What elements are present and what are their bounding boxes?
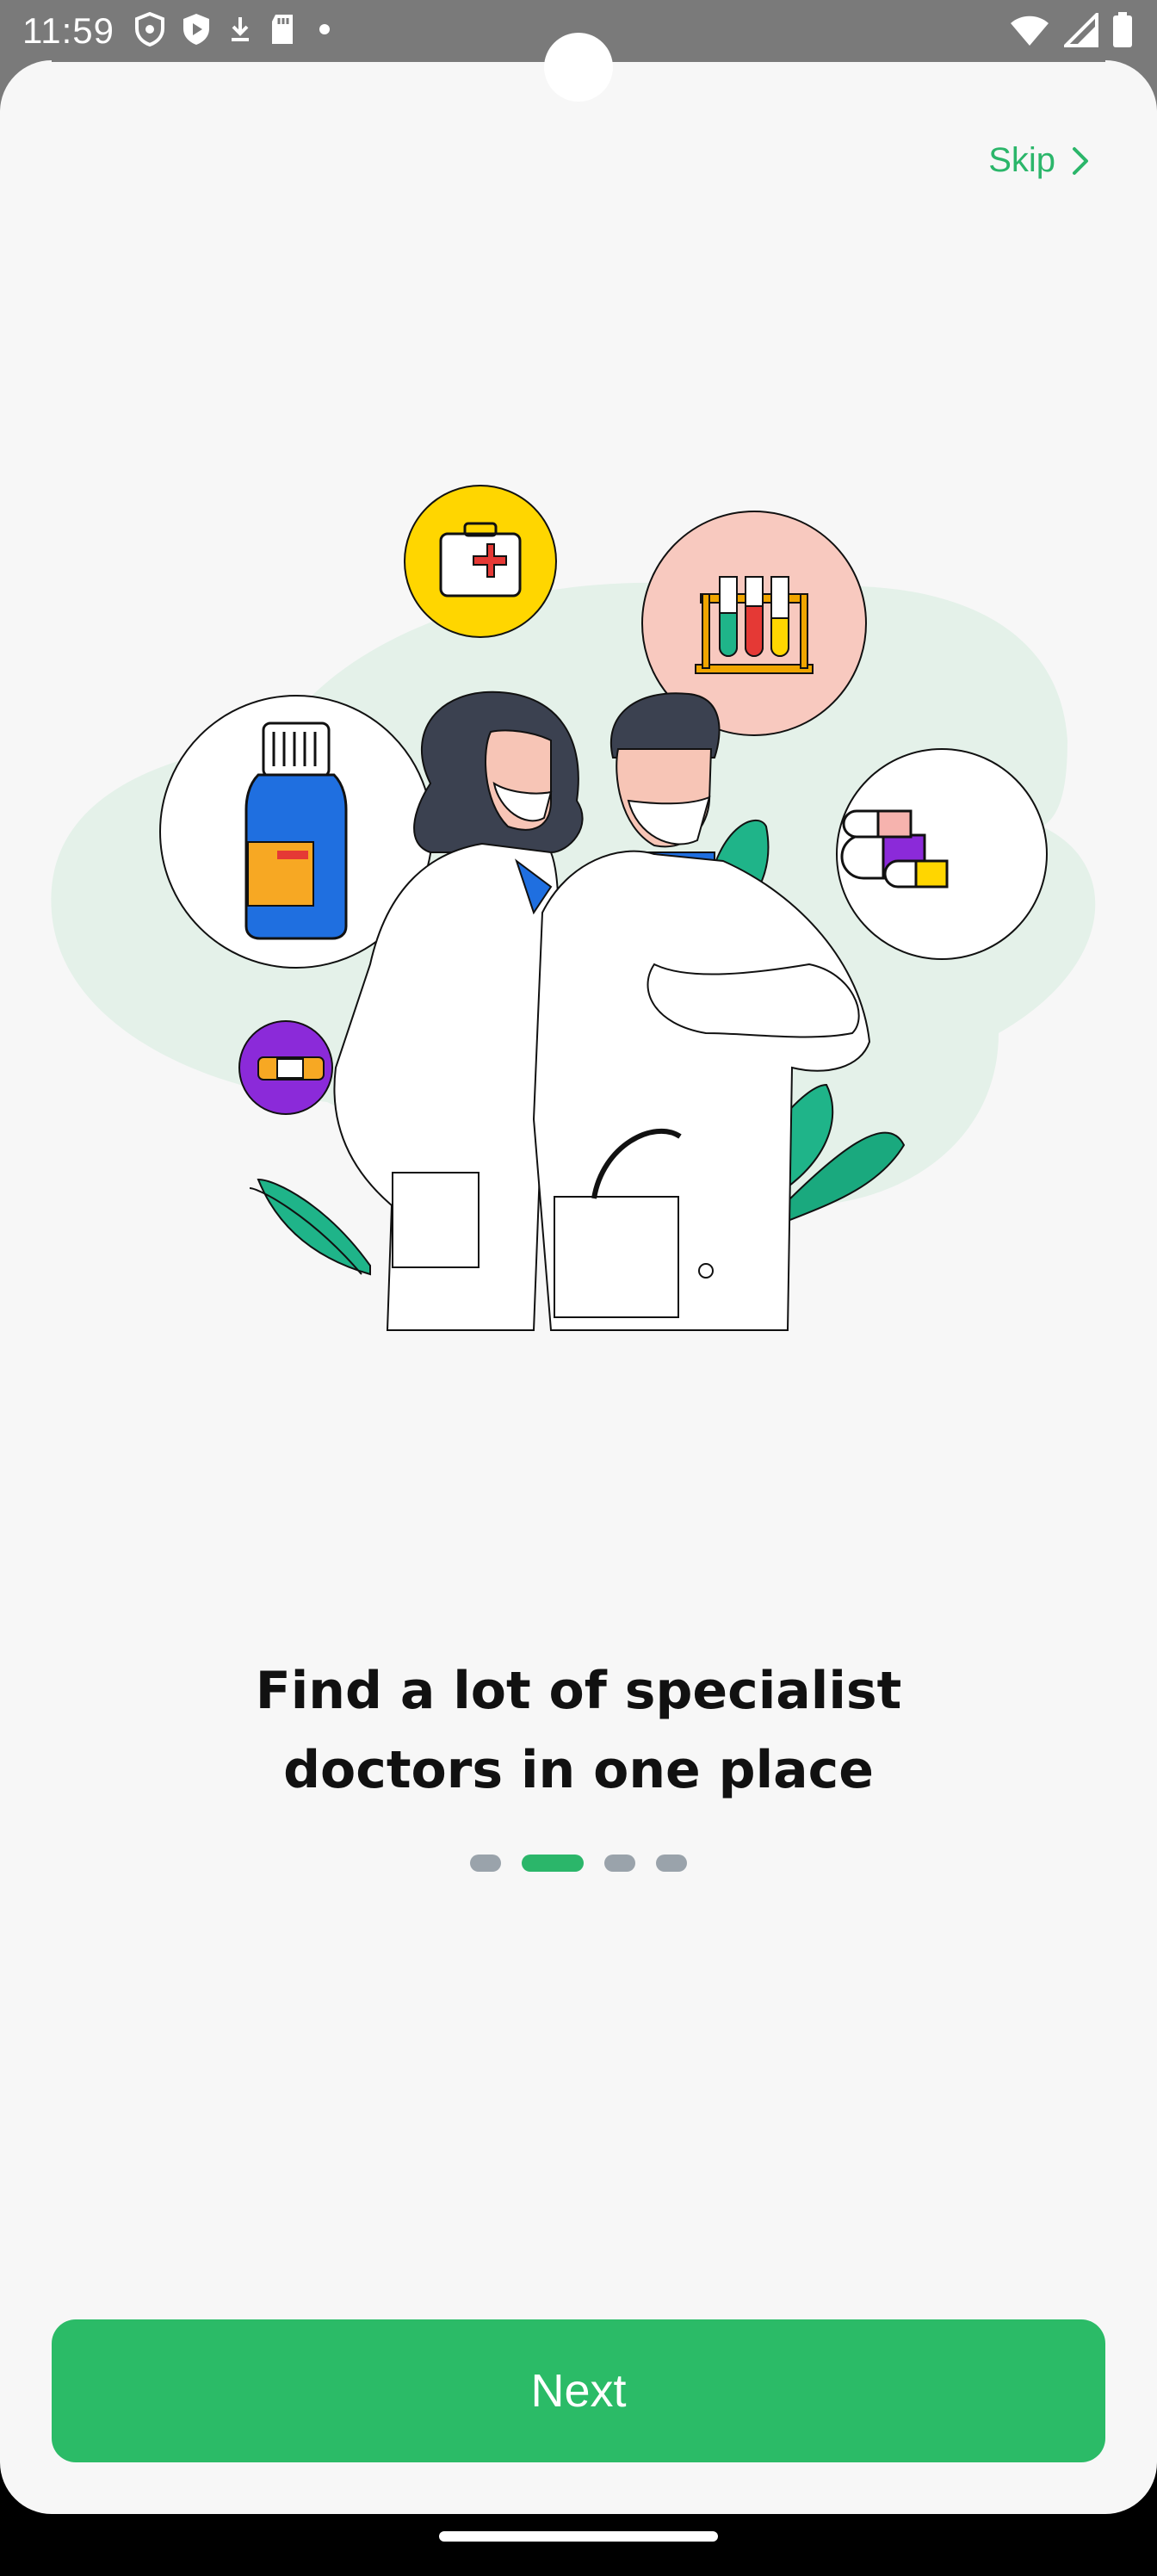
onboarding-headline: Find a lot of specialist doctors in one … <box>0 1651 1157 1810</box>
wifi-icon <box>1011 15 1049 46</box>
page-dot-3[interactable] <box>604 1855 635 1872</box>
download-icon <box>232 17 249 41</box>
navigation-bar <box>0 2462 1157 2576</box>
signal-icon <box>1064 13 1098 47</box>
dot-icon <box>319 24 330 34</box>
headline-line-1: Find a lot of specialist <box>255 1661 902 1721</box>
play-shield-icon <box>183 14 209 45</box>
skip-label: Skip <box>988 141 1055 179</box>
sd-card-icon <box>272 15 293 44</box>
page-indicator <box>0 1855 1157 1872</box>
onboarding-screen: 11:59 Skip Find a lot of specialist doct… <box>0 0 1157 2576</box>
chevron-right-icon <box>1073 146 1088 175</box>
camera-cutout <box>544 33 613 102</box>
skip-button[interactable]: Skip <box>988 141 1090 180</box>
page-dot-2-active[interactable] <box>522 1855 584 1872</box>
battery-icon <box>1113 12 1132 47</box>
next-button[interactable]: Next <box>52 2319 1105 2462</box>
next-label: Next <box>530 2365 627 2417</box>
shield-icon <box>135 12 164 46</box>
home-gesture-handle[interactable] <box>439 2531 718 2542</box>
doctors-illustration <box>51 485 1096 1331</box>
page-dot-1[interactable] <box>470 1855 501 1872</box>
headline-line-2: doctors in one place <box>283 1740 874 1800</box>
status-time: 11:59 <box>22 10 114 51</box>
page-dot-4[interactable] <box>656 1855 687 1872</box>
